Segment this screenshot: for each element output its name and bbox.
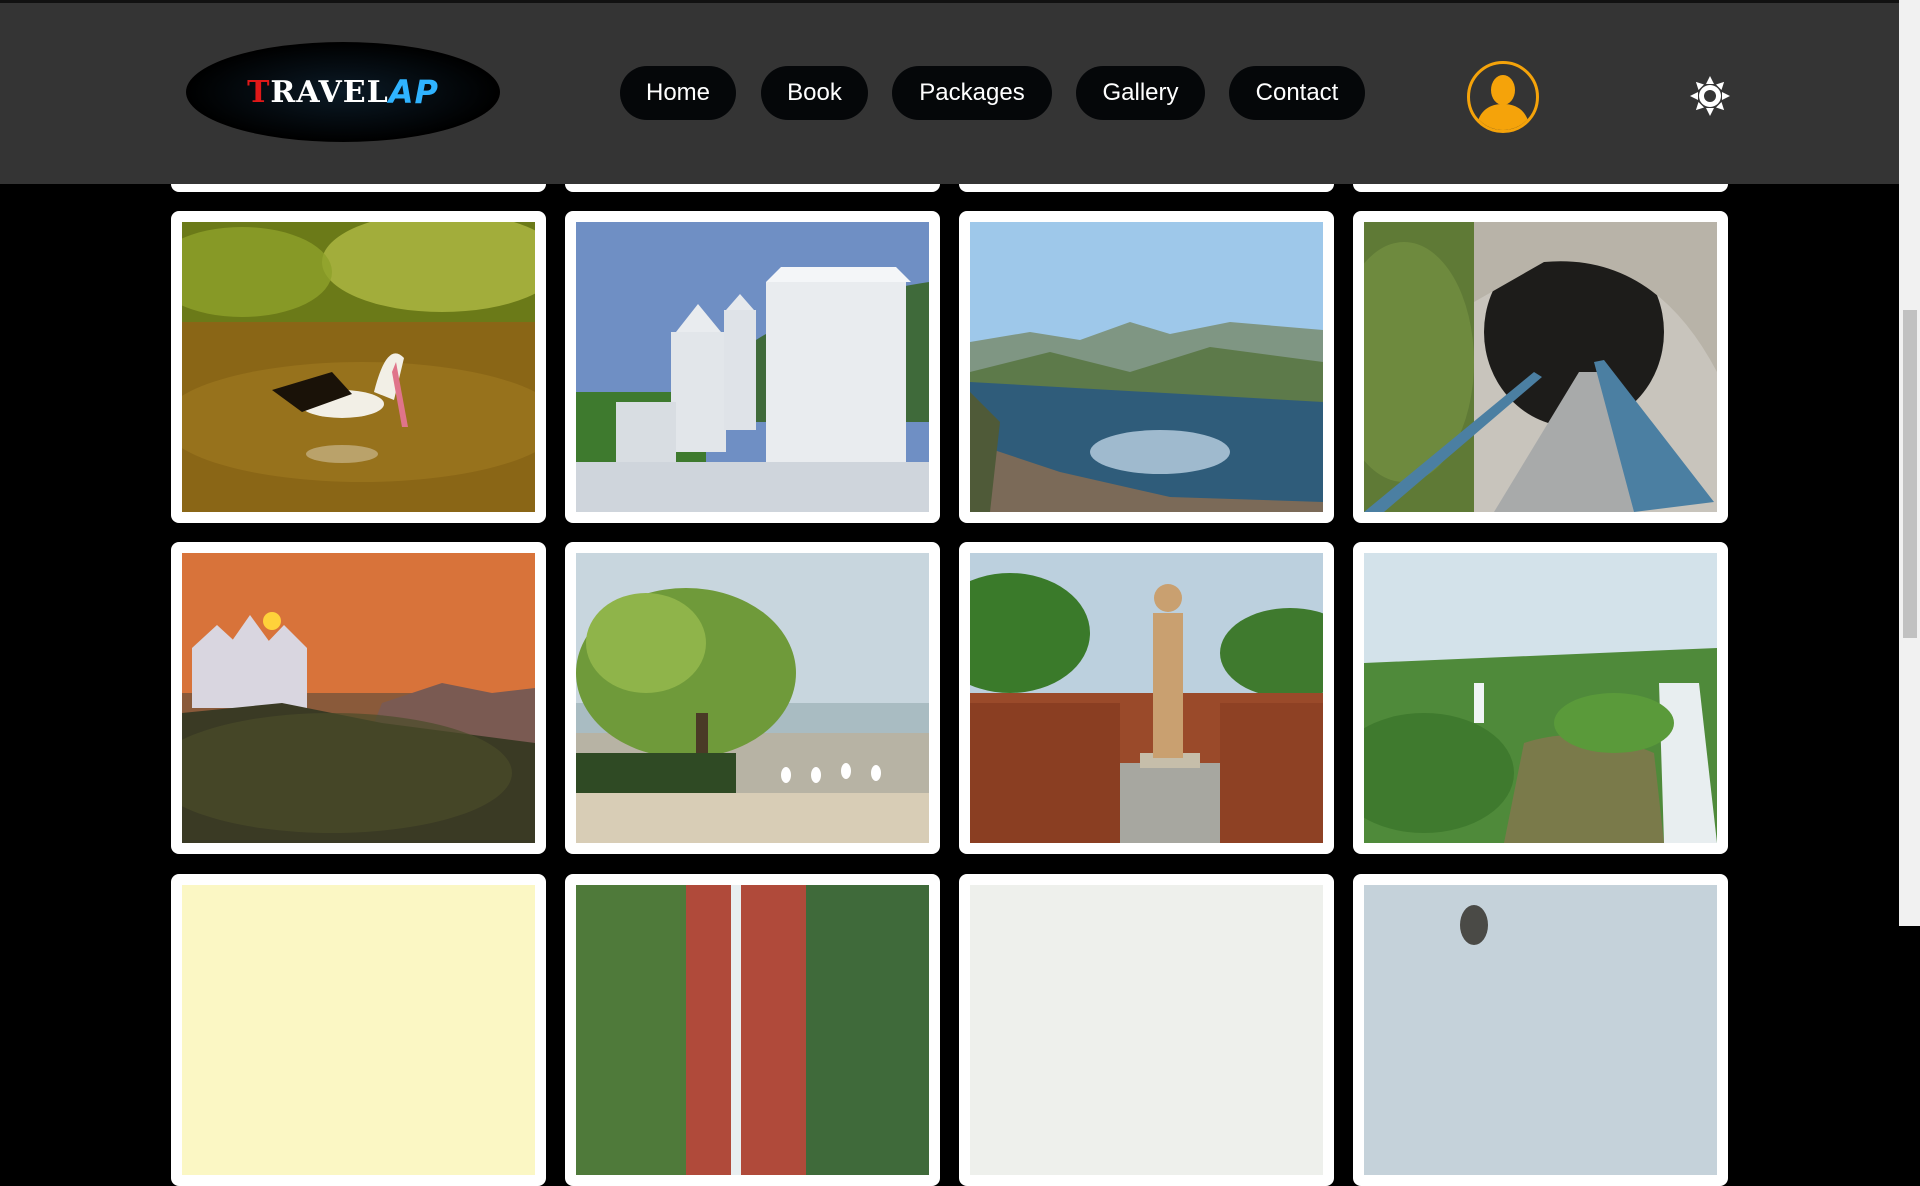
gallery-card-cave[interactable] [1353,211,1728,523]
nav-contact-button[interactable]: Contact [1229,66,1365,120]
logo-letter-t: T [247,74,271,110]
gallery-card-partial-dome[interactable] [1353,874,1728,1186]
gallery-card-temple[interactable] [565,211,940,523]
gallery-card-partial-hazy[interactable] [959,874,1334,1186]
gallery-card-pelican[interactable] [171,211,546,523]
gallery-card-waterfall[interactable] [1353,542,1728,854]
waterfall-gorge-image [1364,553,1717,843]
nav-gallery-button[interactable]: Gallery [1076,66,1205,120]
site-header: T RAVEL AP Home Book Packages Gallery Cont… [0,0,1899,184]
gallery-card-partial-cliff[interactable] [565,874,940,1186]
partial-waterfall-cliff-image [576,885,929,1175]
user-avatar-icon[interactable] [1467,61,1539,133]
white-temple-towers-image [576,222,929,512]
partial-hazy-image [970,885,1323,1175]
logo-word-ap: AP [388,73,439,111]
gallery-card-buddha[interactable] [959,542,1334,854]
travelap-logo[interactable]: T RAVEL AP [186,42,500,142]
tree-and-egrets-at-shore-image [576,553,929,843]
nav-packages-button[interactable]: Packages [892,66,1052,120]
partial-dome-structure-image [1364,885,1717,1175]
lake-and-hills-image [970,222,1323,512]
gallery-card-partial-yellow[interactable] [171,874,546,1186]
cave-walkway-image [1364,222,1717,512]
nav-book-button[interactable]: Book [761,66,868,120]
buddha-statue-ruins-image [970,553,1323,843]
pelican-in-lake-image [182,222,535,512]
sunset-temple-on-hill-image [182,553,535,843]
gallery-card-lake[interactable] [959,211,1334,523]
sun-icon[interactable] [1688,74,1732,118]
gallery-card-tree-shore[interactable] [565,542,940,854]
partial-yellow-image [182,885,535,1175]
page-scrollbar-thumb[interactable] [1903,310,1917,638]
gallery-card-sunset-temple[interactable] [171,542,546,854]
nav-home-button[interactable]: Home [620,66,736,120]
header-top-border [0,0,1899,3]
logo-word-ravel: RAVEL [270,74,389,110]
